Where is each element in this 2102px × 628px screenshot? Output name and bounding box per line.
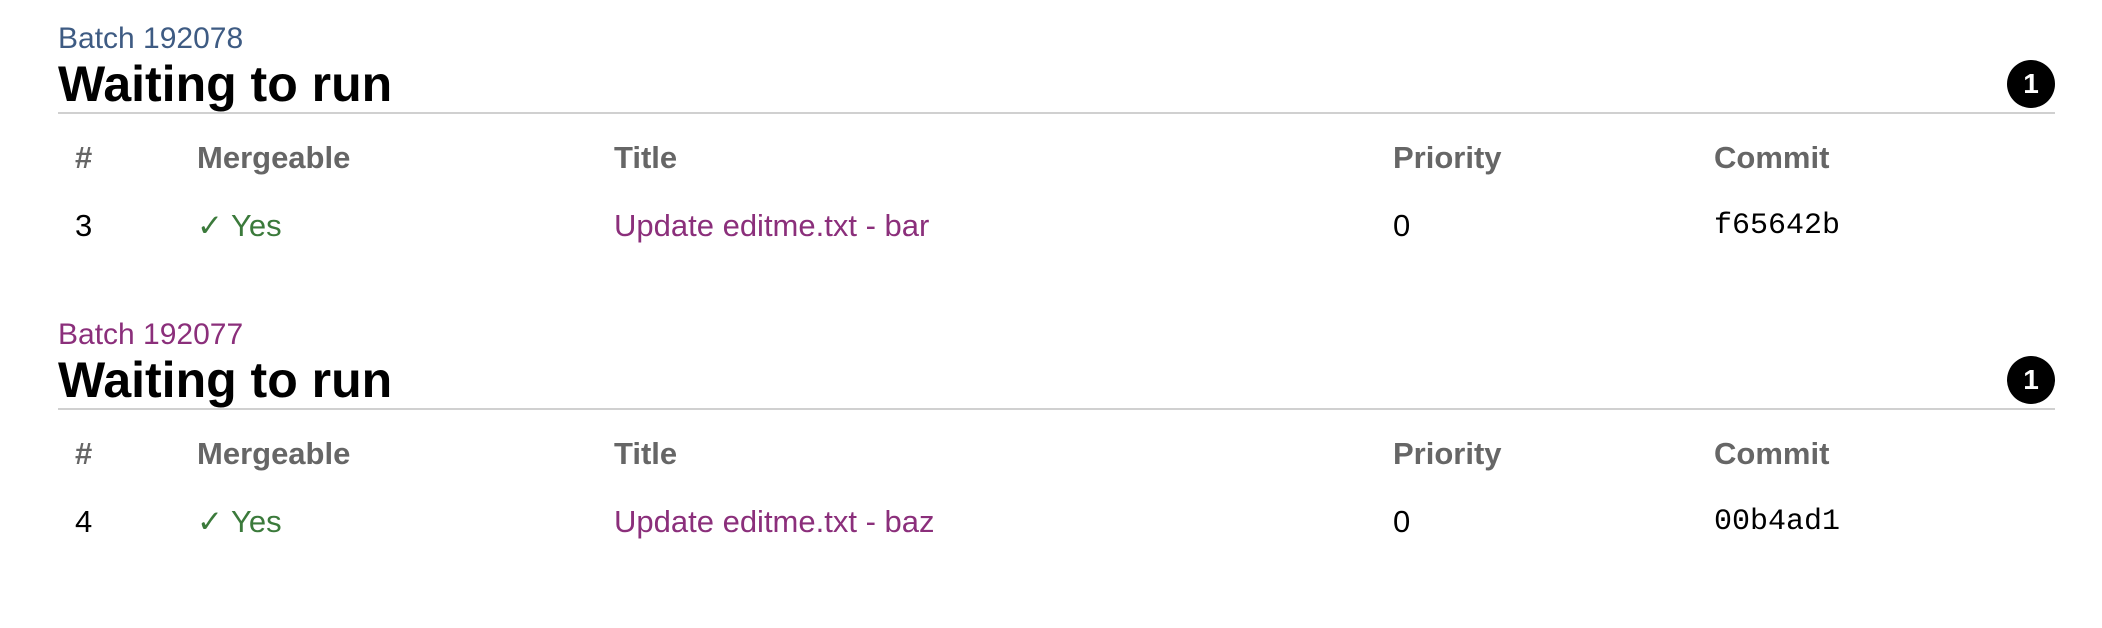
batch-status-header: Waiting to run 1	[58, 56, 2055, 114]
column-header-title: Title	[614, 436, 678, 471]
pr-number: 4	[75, 504, 93, 539]
batch-link[interactable]: Batch 192078	[58, 22, 2055, 56]
pr-priority: 0	[1393, 208, 1411, 243]
pr-number: 3	[75, 208, 93, 243]
batch-status-title: Waiting to run	[58, 56, 393, 112]
batch-queue-page: Batch 192078 Waiting to run 1 # Mergeabl…	[0, 0, 2102, 628]
batch-section: Batch 192078 Waiting to run 1 # Mergeabl…	[58, 22, 2055, 264]
commit-sha: f65642b	[1714, 209, 1841, 243]
column-header-commit: Commit	[1714, 140, 1830, 175]
pull-request-table: # Mergeable Title Priority Commit 3 ✓ Ye…	[58, 114, 2055, 264]
batch-link[interactable]: Batch 192077	[58, 318, 2055, 352]
pr-title-link[interactable]: Update editme.txt - bar	[614, 208, 929, 244]
pr-title-link[interactable]: Update editme.txt - baz	[614, 504, 935, 540]
mergeable-status: ✓ Yes	[197, 504, 282, 539]
column-header-priority: Priority	[1393, 436, 1502, 471]
column-header-number: #	[75, 140, 93, 175]
column-header-mergeable: Mergeable	[197, 140, 351, 175]
batch-section: Batch 192077 Waiting to run 1 # Mergeabl…	[58, 318, 2055, 560]
column-header-commit: Commit	[1714, 436, 1830, 471]
commit-sha: 00b4ad1	[1714, 505, 1841, 539]
mergeable-status: ✓ Yes	[197, 208, 282, 243]
column-header-title: Title	[614, 140, 678, 175]
batch-status-header: Waiting to run 1	[58, 352, 2055, 410]
column-header-number: #	[75, 436, 93, 471]
batch-status-title: Waiting to run	[58, 352, 393, 408]
column-header-priority: Priority	[1393, 140, 1502, 175]
pr-count-badge: 1	[2007, 356, 2055, 404]
column-header-mergeable: Mergeable	[197, 436, 351, 471]
pr-priority: 0	[1393, 504, 1411, 539]
pull-request-table: # Mergeable Title Priority Commit 4 ✓ Ye…	[58, 410, 2055, 560]
pr-count-badge: 1	[2007, 60, 2055, 108]
